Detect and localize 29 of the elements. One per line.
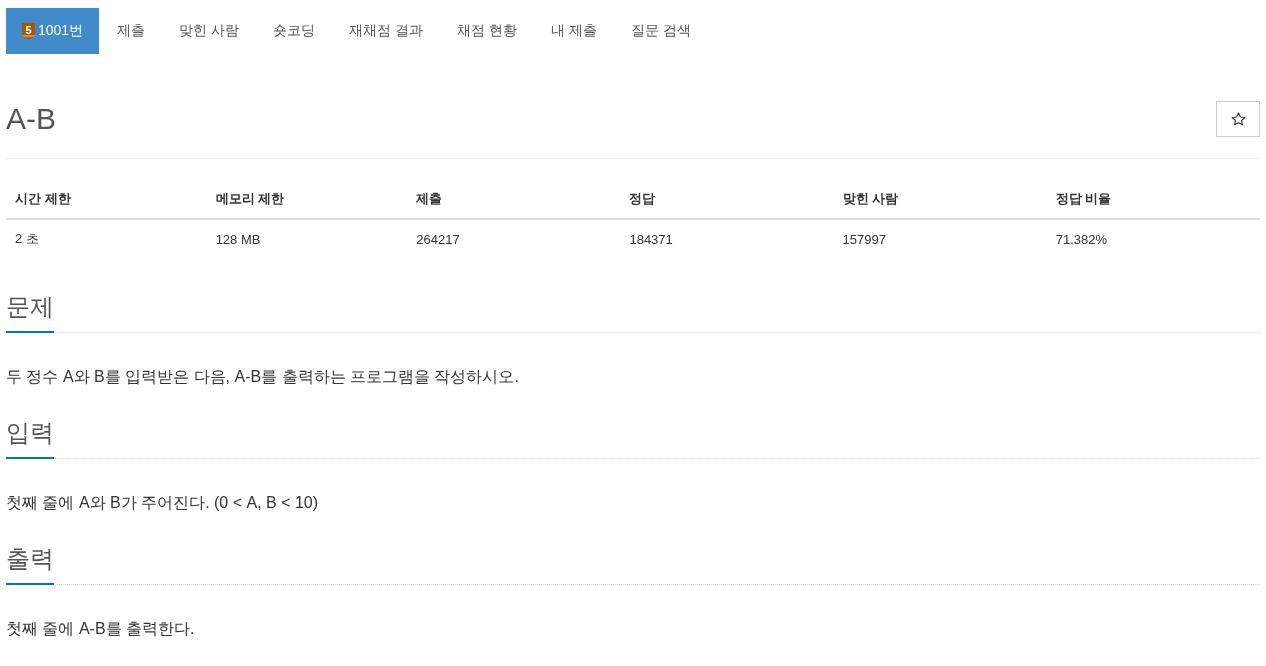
nav-tab[interactable]: 제출 bbox=[101, 8, 162, 54]
section-heading: 문제 bbox=[6, 292, 54, 333]
table-cell: 264217 bbox=[407, 219, 621, 258]
tier-badge: 5 bbox=[22, 22, 35, 40]
section-text: 첫째 줄에 A-B를 출력한다. bbox=[6, 619, 196, 639]
nav-tab[interactable]: 재채점 결과 bbox=[333, 8, 439, 54]
section-heading: 출력 bbox=[6, 544, 54, 585]
table-cell: 157997 bbox=[833, 219, 1047, 258]
table-header-cell: 정답 bbox=[620, 179, 834, 219]
table-cell: 2 초 bbox=[6, 219, 207, 258]
nav-tab[interactable]: 숏코딩 bbox=[257, 8, 332, 54]
problem-title: A-B bbox=[6, 101, 56, 137]
table-header-cell: 메모리 제한 bbox=[206, 179, 408, 219]
table-header-cell: 정답 비율 bbox=[1046, 179, 1260, 219]
table-header-cell: 제출 bbox=[407, 179, 621, 219]
table-cell: 71.382% bbox=[1046, 219, 1260, 258]
table-cell: 128 MB bbox=[206, 219, 408, 258]
table-cell: 184371 bbox=[620, 219, 834, 258]
nav-tab[interactable]: 5 1001번 bbox=[6, 8, 100, 54]
favorite-button[interactable] bbox=[1216, 101, 1260, 137]
table-header-cell: 맞힌 사람 bbox=[833, 179, 1047, 219]
section-text: 두 정수 A와 B를 입력받은 다음, A-B를 출력하는 프로그램을 작성하시오. bbox=[6, 367, 520, 387]
nav-tab[interactable]: 맞힌 사람 bbox=[163, 8, 256, 54]
table-header-cell: 시간 제한 bbox=[6, 179, 207, 219]
section-text: 첫째 줄에 A와 B가 주어진다. (0 < A, B < 10) bbox=[6, 493, 320, 513]
nav-tab[interactable]: 내 제출 bbox=[534, 8, 613, 54]
nav-tab[interactable]: 채점 현황 bbox=[440, 8, 533, 54]
nav-tab[interactable]: 질문 검색 bbox=[614, 8, 707, 54]
section-heading: 입력 bbox=[6, 418, 54, 459]
